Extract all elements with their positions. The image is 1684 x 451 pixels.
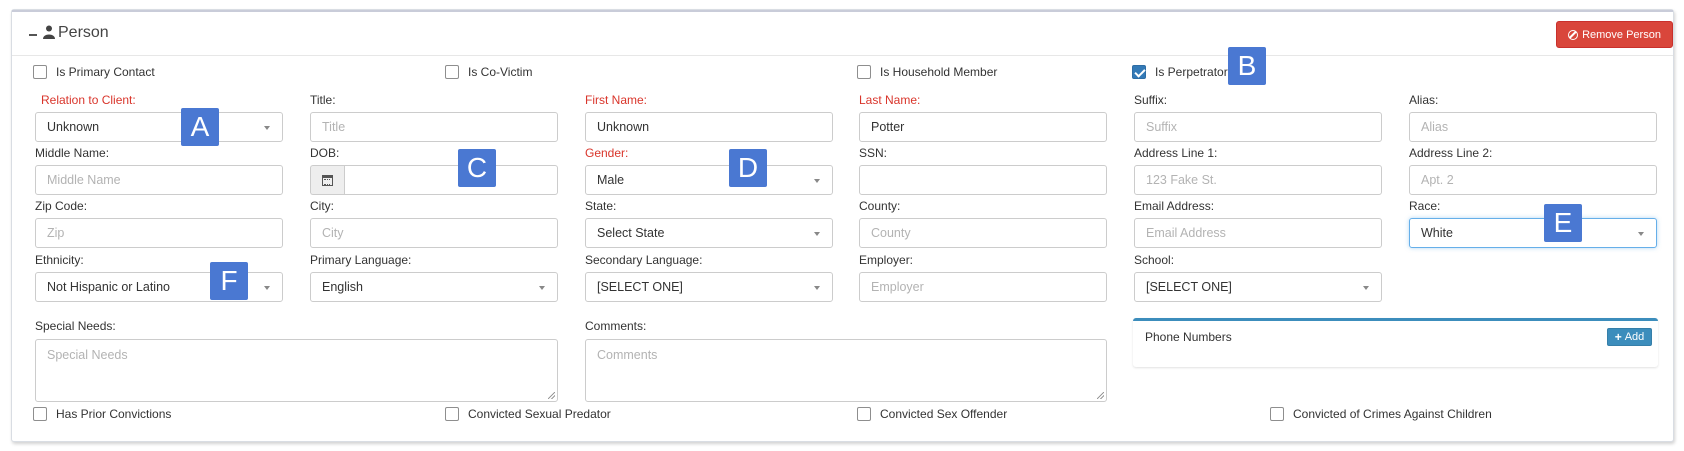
ssn-input[interactable] bbox=[859, 165, 1107, 195]
first-name-input[interactable]: Unknown bbox=[585, 112, 833, 142]
checkbox-label: Is Perpetrator bbox=[1155, 65, 1228, 79]
gender-label: Gender: bbox=[585, 146, 629, 160]
email-address-input[interactable]: Email Address bbox=[1134, 218, 1382, 248]
ethnicity-label: Ethnicity: bbox=[35, 253, 84, 267]
ssn-label: SSN: bbox=[859, 146, 888, 160]
calendar-icon bbox=[322, 174, 333, 186]
employer-label: Employer: bbox=[859, 253, 914, 267]
secondary-language-select[interactable]: [SELECT ONE] bbox=[585, 272, 833, 302]
checkbox-label: Is Co-Victim bbox=[468, 65, 533, 79]
last-name-input[interactable]: Potter bbox=[859, 112, 1107, 142]
primary-language-label: Primary Language: bbox=[310, 253, 412, 267]
checkbox-box[interactable] bbox=[445, 407, 459, 421]
employer-input[interactable]: Employer bbox=[859, 272, 1107, 302]
last-name-label: Last Name: bbox=[859, 93, 921, 107]
alias-input[interactable]: Alias bbox=[1409, 112, 1657, 142]
first-name-label: First Name: bbox=[585, 93, 648, 107]
checkbox-box[interactable] bbox=[33, 407, 47, 421]
gender-select[interactable]: Male bbox=[585, 165, 833, 195]
remove-person-button[interactable]: Remove Person bbox=[1556, 21, 1673, 48]
phone-numbers-panel: Phone Numbers + Add bbox=[1133, 318, 1658, 367]
is-primary-contact-checkbox[interactable]: Is Primary Contact bbox=[33, 65, 155, 79]
zip-code-label: Zip Code: bbox=[35, 199, 88, 213]
county-input[interactable]: County bbox=[859, 218, 1107, 248]
marker-d: D bbox=[729, 149, 767, 187]
marker-f: F bbox=[210, 262, 248, 300]
race-select[interactable]: White bbox=[1409, 218, 1657, 248]
address-line-2-label: Address Line 2: bbox=[1409, 146, 1493, 160]
zip-code-input[interactable]: Zip bbox=[35, 218, 283, 248]
dob-label: DOB: bbox=[310, 146, 340, 160]
relation-select[interactable]: Unknown bbox=[35, 112, 283, 142]
person-icon bbox=[43, 25, 55, 39]
ban-icon bbox=[1568, 29, 1579, 40]
phone-numbers-title: Phone Numbers bbox=[1145, 330, 1232, 344]
convicted-sexual-predator-checkbox[interactable]: Convicted Sexual Predator bbox=[445, 407, 611, 421]
dob-calendar-addon[interactable] bbox=[310, 165, 344, 195]
middle-name-label: Middle Name: bbox=[35, 146, 110, 160]
is-co-victim-checkbox[interactable]: Is Co-Victim bbox=[445, 65, 532, 79]
city-label: City: bbox=[310, 199, 334, 213]
suffix-label: Suffix: bbox=[1134, 93, 1168, 107]
special-needs-textarea[interactable]: Special Needs bbox=[35, 339, 558, 402]
address-line-2-input[interactable]: Apt. 2 bbox=[1409, 165, 1657, 195]
has-prior-convictions-checkbox[interactable]: Has Prior Convictions bbox=[33, 407, 171, 421]
checkbox-label: Is Primary Contact bbox=[56, 65, 155, 79]
suffix-input[interactable]: Suffix bbox=[1134, 112, 1382, 142]
checkbox-label: Has Prior Convictions bbox=[56, 407, 172, 421]
plus-icon: + bbox=[1614, 330, 1622, 344]
convicted-crimes-against-children-checkbox[interactable]: Convicted of Crimes Against Children bbox=[1270, 407, 1492, 421]
remove-person-label: Remove Person bbox=[1582, 28, 1661, 41]
county-label: County: bbox=[859, 199, 901, 213]
checkbox-box[interactable] bbox=[1270, 407, 1284, 421]
city-input[interactable]: City bbox=[310, 218, 558, 248]
marker-e: E bbox=[1544, 204, 1582, 242]
add-phone-button[interactable]: + Add bbox=[1607, 328, 1652, 346]
checkbox-label: Convicted Sexual Predator bbox=[468, 407, 611, 421]
school-select[interactable]: [SELECT ONE] bbox=[1134, 272, 1382, 302]
comments-label: Comments: bbox=[585, 319, 647, 333]
convicted-sex-offender-checkbox[interactable]: Convicted Sex Offender bbox=[857, 407, 1007, 421]
middle-name-input[interactable]: Middle Name bbox=[35, 165, 283, 195]
checkbox-box[interactable] bbox=[857, 407, 871, 421]
marker-b: B bbox=[1228, 47, 1266, 85]
title-label: Title: bbox=[310, 93, 336, 107]
special-needs-label: Special Needs: bbox=[35, 319, 116, 333]
checkbox-label: Is Household Member bbox=[880, 65, 998, 79]
state-label: State: bbox=[585, 199, 617, 213]
checkbox-box[interactable] bbox=[445, 65, 459, 79]
address-line-1-label: Address Line 1: bbox=[1134, 146, 1218, 160]
comments-textarea[interactable]: Comments bbox=[585, 339, 1107, 402]
collapse-icon[interactable] bbox=[29, 34, 37, 36]
state-select[interactable]: Select State bbox=[585, 218, 833, 248]
marker-a: A bbox=[181, 108, 219, 146]
panel-title: Person bbox=[58, 24, 109, 41]
secondary-language-label: Secondary Language: bbox=[585, 253, 703, 267]
alias-label: Alias: bbox=[1409, 93, 1439, 107]
marker-c: C bbox=[458, 149, 496, 187]
checkbox-label: Convicted of Crimes Against Children bbox=[1293, 407, 1492, 421]
primary-language-select[interactable]: English bbox=[310, 272, 558, 302]
school-label: School: bbox=[1134, 253, 1175, 267]
is-perpetrator-checkbox[interactable]: Is Perpetrator bbox=[1132, 65, 1228, 79]
checkbox-box[interactable] bbox=[1132, 65, 1146, 79]
add-phone-label: Add bbox=[1624, 331, 1645, 343]
title-input[interactable]: Title bbox=[310, 112, 558, 142]
dob-input[interactable] bbox=[344, 165, 558, 195]
checkbox-box[interactable] bbox=[857, 65, 871, 79]
race-label: Race: bbox=[1409, 199, 1441, 213]
panel-header: Person Remove Person bbox=[12, 12, 1673, 56]
checkbox-label: Convicted Sex Offender bbox=[880, 407, 1008, 421]
relation-label: Relation to Client: bbox=[41, 93, 136, 107]
is-household-member-checkbox[interactable]: Is Household Member bbox=[857, 65, 997, 79]
checkbox-box[interactable] bbox=[33, 65, 47, 79]
email-address-label: Email Address: bbox=[1134, 199, 1215, 213]
address-line-1-input[interactable]: 123 Fake St. bbox=[1134, 165, 1382, 195]
